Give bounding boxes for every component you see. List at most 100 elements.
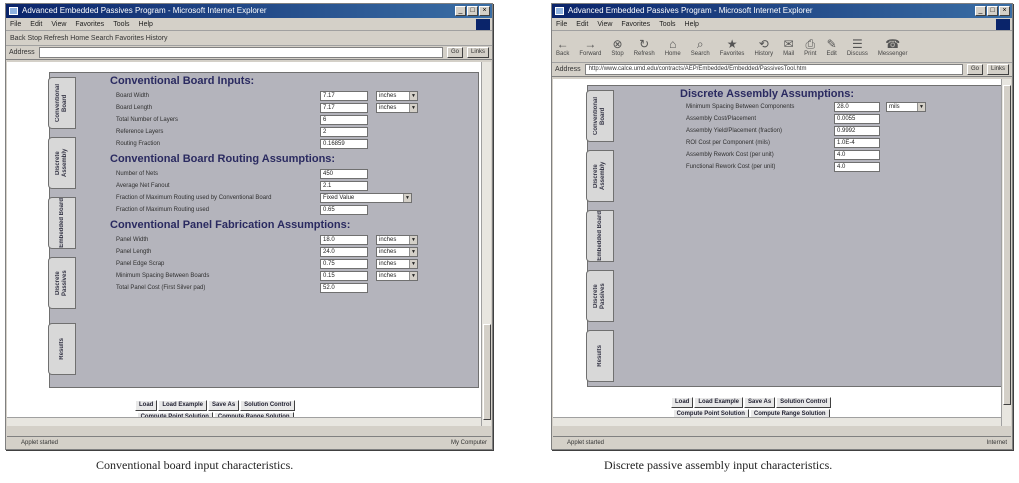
panel-cost-input[interactable]: 52.0 (320, 283, 368, 293)
chevron-down-icon: ▼ (409, 260, 417, 268)
back-button[interactable]: ← Back (556, 37, 569, 57)
discuss-button[interactable]: ☰ Discuss (847, 37, 868, 57)
refresh-button[interactable]: ↻ Refresh (634, 37, 655, 57)
panel-edge-scrap-input[interactable]: 0.75 (320, 259, 368, 269)
save-as-button[interactable]: Save As (744, 397, 776, 408)
forward-button[interactable]: → Forward (579, 37, 601, 57)
board-length-input[interactable]: 7.17 (320, 103, 368, 113)
panel-edge-unit-select[interactable]: inches ▼ (376, 259, 418, 269)
mail-button[interactable]: ✉ Mail (783, 37, 794, 57)
toolbar-buttons[interactable]: Back Stop Refresh Home Search Favorites … (10, 35, 168, 42)
close-button[interactable]: × (999, 6, 1010, 16)
menu-help[interactable]: Help (685, 18, 699, 30)
save-as-button[interactable]: Save As (208, 400, 240, 411)
reference-layers-input[interactable]: 2 (320, 127, 368, 137)
solution-control-button[interactable]: Solution Control (776, 397, 832, 408)
functional-rework-input[interactable]: 4.0 (834, 162, 880, 172)
tab-results[interactable]: Results (48, 323, 76, 375)
assembly-yield-input[interactable]: 0.9992 (834, 126, 880, 136)
tab-discrete-assembly[interactable]: Discrete Assembly (48, 137, 76, 189)
go-button[interactable]: Go (446, 47, 463, 58)
number-of-nets-input[interactable]: 450 (320, 169, 368, 179)
panel-length-unit-select[interactable]: inches ▼ (376, 247, 418, 257)
go-button[interactable]: Go (966, 64, 983, 75)
tab-conventional-board[interactable]: Conventional Board (586, 90, 614, 142)
title-bar[interactable]: Advanced Embedded Passives Program - Mic… (6, 4, 492, 18)
scrollbar-thumb[interactable] (483, 324, 491, 420)
back-arrow-icon: ← (556, 36, 569, 51)
applet-panel: Conventional Board Discrete Assembly Emb… (48, 72, 479, 388)
tab-discrete-passives[interactable]: Discrete Passives (48, 257, 76, 309)
minimize-button[interactable]: _ (455, 6, 466, 16)
vertical-scrollbar[interactable] (1001, 79, 1011, 426)
panel-length-input[interactable]: 24.0 (320, 247, 368, 257)
minimize-button[interactable]: _ (975, 6, 986, 16)
tab-embedded-board[interactable]: Embedded Board (48, 197, 76, 249)
menu-file[interactable]: File (556, 18, 567, 30)
routing-method-select[interactable]: Fixed Value ▼ (320, 193, 412, 203)
menu-view[interactable]: View (597, 18, 612, 30)
edit-button[interactable]: ✎ Edit (826, 37, 836, 57)
menu-bar: File Edit View Favorites Tools Help (6, 18, 492, 31)
vertical-scrollbar[interactable] (481, 62, 491, 426)
stop-icon: ⊗ (612, 36, 623, 51)
favorites-button[interactable]: ★ Favorites (720, 37, 745, 57)
load-button[interactable]: Load (671, 397, 694, 408)
board-length-unit-select[interactable]: inches ▼ (376, 103, 418, 113)
horizontal-scrollbar[interactable] (7, 417, 481, 426)
tab-discrete-passives[interactable]: Discrete Passives (586, 270, 614, 322)
search-button[interactable]: ⌕ Search (691, 37, 710, 57)
board-width-unit-select[interactable]: inches ▼ (376, 91, 418, 101)
min-spacing-unit-select[interactable]: mils ▼ (886, 102, 926, 112)
forward-arrow-icon: → (584, 36, 597, 51)
messenger-button[interactable]: ☎ Messenger (878, 37, 908, 57)
load-example-button[interactable]: Load Example (158, 400, 208, 411)
board-spacing-unit-select[interactable]: inches ▼ (376, 271, 418, 281)
stop-button[interactable]: ⊗ Stop (611, 37, 623, 57)
panel-width-unit-select[interactable]: inches ▼ (376, 235, 418, 245)
maximize-button[interactable]: □ (987, 6, 998, 16)
menu-help[interactable]: Help (139, 18, 153, 30)
menu-tools[interactable]: Tools (659, 18, 675, 30)
assembly-cost-input[interactable]: 0.0055 (834, 114, 880, 124)
routing-fraction-input[interactable]: 0.16859 (320, 139, 368, 149)
roi-cost-input[interactable]: 1.0E-4 (834, 138, 880, 148)
address-input[interactable]: http://www.calce.umd.edu/contracts/AEP/E… (584, 64, 963, 75)
menu-favorites[interactable]: Favorites (75, 18, 104, 30)
home-button[interactable]: ⌂ Home (665, 37, 681, 57)
field-label: Total Panel Cost (First Silver pad) (116, 285, 206, 291)
board-width-input[interactable]: 7.17 (320, 91, 368, 101)
links-button[interactable]: Links (466, 47, 489, 58)
tab-conventional-board[interactable]: Conventional Board (48, 77, 76, 129)
routing-fraction-used-input[interactable]: 0.65 (320, 205, 368, 215)
load-button[interactable]: Load (135, 400, 158, 411)
scrollbar-thumb[interactable] (1003, 85, 1011, 405)
assembly-rework-input[interactable]: 4.0 (834, 150, 880, 160)
ie-icon (555, 7, 564, 15)
menu-view[interactable]: View (51, 18, 66, 30)
load-example-button[interactable]: Load Example (694, 397, 744, 408)
menu-edit[interactable]: Edit (576, 18, 588, 30)
tab-discrete-assembly[interactable]: Discrete Assembly (586, 150, 614, 202)
history-button[interactable]: ⟲ History (754, 37, 773, 57)
tab-embedded-board[interactable]: Embedded Board (586, 210, 614, 262)
address-input[interactable] (38, 47, 443, 58)
net-fanout-input[interactable]: 2.1 (320, 181, 368, 191)
maximize-button[interactable]: □ (467, 6, 478, 16)
chevron-down-icon: ▼ (409, 92, 417, 100)
menu-edit[interactable]: Edit (30, 18, 42, 30)
title-bar[interactable]: Advanced Embedded Passives Program - Mic… (552, 4, 1012, 18)
tab-results[interactable]: Results (586, 330, 614, 382)
print-button[interactable]: ⎙ Print (804, 37, 816, 57)
menu-favorites[interactable]: Favorites (621, 18, 650, 30)
panel-width-input[interactable]: 18.0 (320, 235, 368, 245)
solution-control-button[interactable]: Solution Control (240, 400, 296, 411)
horizontal-scrollbar[interactable] (553, 417, 1001, 426)
min-spacing-input[interactable]: 28.0 (834, 102, 880, 112)
menu-file[interactable]: File (10, 18, 21, 30)
menu-tools[interactable]: Tools (113, 18, 129, 30)
close-button[interactable]: × (479, 6, 490, 16)
total-layers-input[interactable]: 6 (320, 115, 368, 125)
links-button[interactable]: Links (986, 64, 1009, 75)
board-spacing-input[interactable]: 0.15 (320, 271, 368, 281)
